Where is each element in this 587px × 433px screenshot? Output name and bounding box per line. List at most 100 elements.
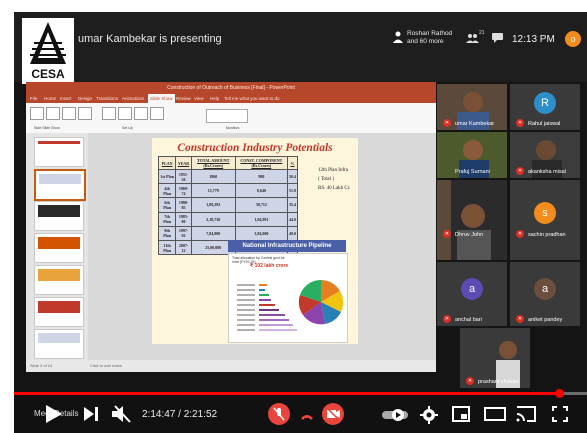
theater-mode-icon[interactable] [484,407,506,426]
table-cell: 4th Plan [157,183,177,199]
participant-name: sachin pradhan [528,232,566,238]
svg-text:CESA: CESA [31,67,65,81]
slide-thumbnail[interactable] [34,329,84,359]
participant-name: anchal bari [455,317,482,323]
table-cell: 49.0 [286,225,299,241]
cast-icon[interactable] [516,406,536,427]
table-cell: 1969-74 [175,183,192,199]
mic-off-button[interactable] [268,403,290,425]
hide-slide-button[interactable] [118,107,132,120]
tab-animations[interactable]: Animations [122,94,144,103]
tab-home[interactable]: Home [44,94,56,103]
tab-insert[interactable]: Insert [60,94,71,103]
monitor-options[interactable] [206,109,248,123]
participant-name: Rahul jaiswal [528,121,561,127]
participant-tile[interactable]: ✕ Dhruv John [437,180,507,260]
user-avatar[interactable]: o [565,31,581,47]
mic-off-icon: ✕ [443,315,451,323]
slide-thumbnail[interactable] [34,233,84,263]
participant-tile[interactable]: R ✕ Rahul jaiswal [510,84,580,130]
participant-name: aniket pandey [528,317,563,323]
ppt-ribbon: Start Slide Show Set Up Monitors [26,103,436,134]
table-cell: 15,779 [190,183,236,199]
settings-gear-icon[interactable] [420,406,438,429]
tab-slide-show[interactable]: Slide Show [148,94,175,103]
table-cell: 7th Plan [157,211,177,227]
custom-show-button[interactable] [78,107,92,120]
participant-name: Dhruv John [455,232,484,238]
cesa-logo: CESA [22,18,74,84]
table-cell: 1997-02 [175,225,192,241]
mic-off-icon: ✕ [516,119,524,127]
notes-placeholder[interactable]: Click to add notes [90,363,122,368]
people-icon [393,31,403,43]
table-row: 1st Plan 1951-56 1960 980 50.4 [157,168,299,185]
ribbon-group-monitors: Monitors [226,126,240,130]
from-beginning-button[interactable] [30,107,44,120]
rehearse-timings-button[interactable] [134,107,148,120]
table-header: PLAN [157,156,177,170]
slide-thumbnail[interactable] [34,137,84,167]
miniplayer-icon[interactable] [452,406,470,427]
ribbon-group-setup: Set Up [122,126,133,130]
play-icon[interactable] [46,405,62,428]
from-current-button[interactable] [46,107,60,120]
tab-view[interactable]: View [194,94,204,103]
participant-tile[interactable]: ✕ prashant chavan [460,328,530,388]
participant-tile[interactable]: Prafuj Surnani [437,132,507,178]
mic-off-icon: ✕ [516,230,524,238]
ppt-ribbon-tabs: File Home Insert Design Transitions Anim… [26,94,436,103]
present-online-button[interactable] [62,107,76,120]
tab-help[interactable]: Help [210,94,219,103]
next-icon[interactable] [84,407,98,426]
participant-avatar: a [461,278,483,300]
table-cell: 1st Plan [157,168,177,185]
mic-off-icon: ✕ [466,377,474,385]
participants-label: Roshan Rathod and 60 more [407,30,453,45]
camera-off-button[interactable] [322,403,344,425]
tab-file[interactable]: File [30,94,37,103]
table-cell: 50.4 [286,168,299,185]
table-header: YEAR [175,156,192,170]
slide-title: Construction Industry Potentials [177,142,333,154]
slide-thumbnail[interactable] [34,265,84,295]
table-cell: 11th Plan [157,239,177,256]
slide-thumbnail[interactable] [34,201,84,231]
record-show-button[interactable] [150,107,164,120]
chat-icon[interactable] [492,33,503,45]
autoplay-toggle[interactable] [382,408,408,427]
tab-transitions[interactable]: Transitions [96,94,118,103]
table-cell: 1951-56 [175,168,192,185]
table-cell: 1,04,991 [234,211,288,227]
participant-tile[interactable]: s ✕ sachin pradhan [510,180,580,260]
table-row: 7th Plan 1985-90 2,18,730 1,04,991 44.0 [157,211,299,227]
table-cell: 35.4 [286,197,299,213]
progress-scrubber[interactable] [554,389,564,398]
table-cell: 1,09,292 [190,197,236,213]
participant-name: akanksha misal [528,169,566,175]
participant-tile[interactable]: ✕ umar Kambekar [437,84,507,130]
note-line: ( Total ) [318,177,334,182]
participant-tile[interactable]: a ✕ aniket pandey [510,262,580,326]
participant-name: Prafuj Surnani [455,169,490,175]
setup-show-button[interactable] [102,107,116,120]
table-cell: 38,712 [234,197,288,213]
slide-thumbnail[interactable] [34,297,84,327]
slide-thumbnail-selected[interactable] [34,169,86,201]
table-cell: 1980-85 [175,197,192,213]
fullscreen-icon[interactable] [552,406,568,427]
hangup-icon[interactable] [301,409,313,427]
tell-me-search[interactable]: Tell me what you want to do [224,94,280,103]
participant-tile[interactable]: ✕ akanksha misal [510,132,580,178]
participants-button[interactable]: Roshan Rathod and 60 more [393,28,458,50]
table-cell: 980 [234,168,288,185]
people-count-icon[interactable] [466,33,480,45]
ppt-status-bar: Slide 3 of 24 Click to add notes [26,360,436,372]
participant-tile[interactable]: a ✕ anchal bari [437,262,507,326]
table-cell: 9th Plan [157,225,177,241]
table-row: 9th Plan 1997-02 7,84,000 3,84,000 49.0 [157,225,299,241]
participant-avatar: s [534,202,556,224]
tab-design[interactable]: Design [78,94,92,103]
tab-review[interactable]: Review [176,94,191,103]
volume-muted-icon[interactable] [112,405,132,428]
